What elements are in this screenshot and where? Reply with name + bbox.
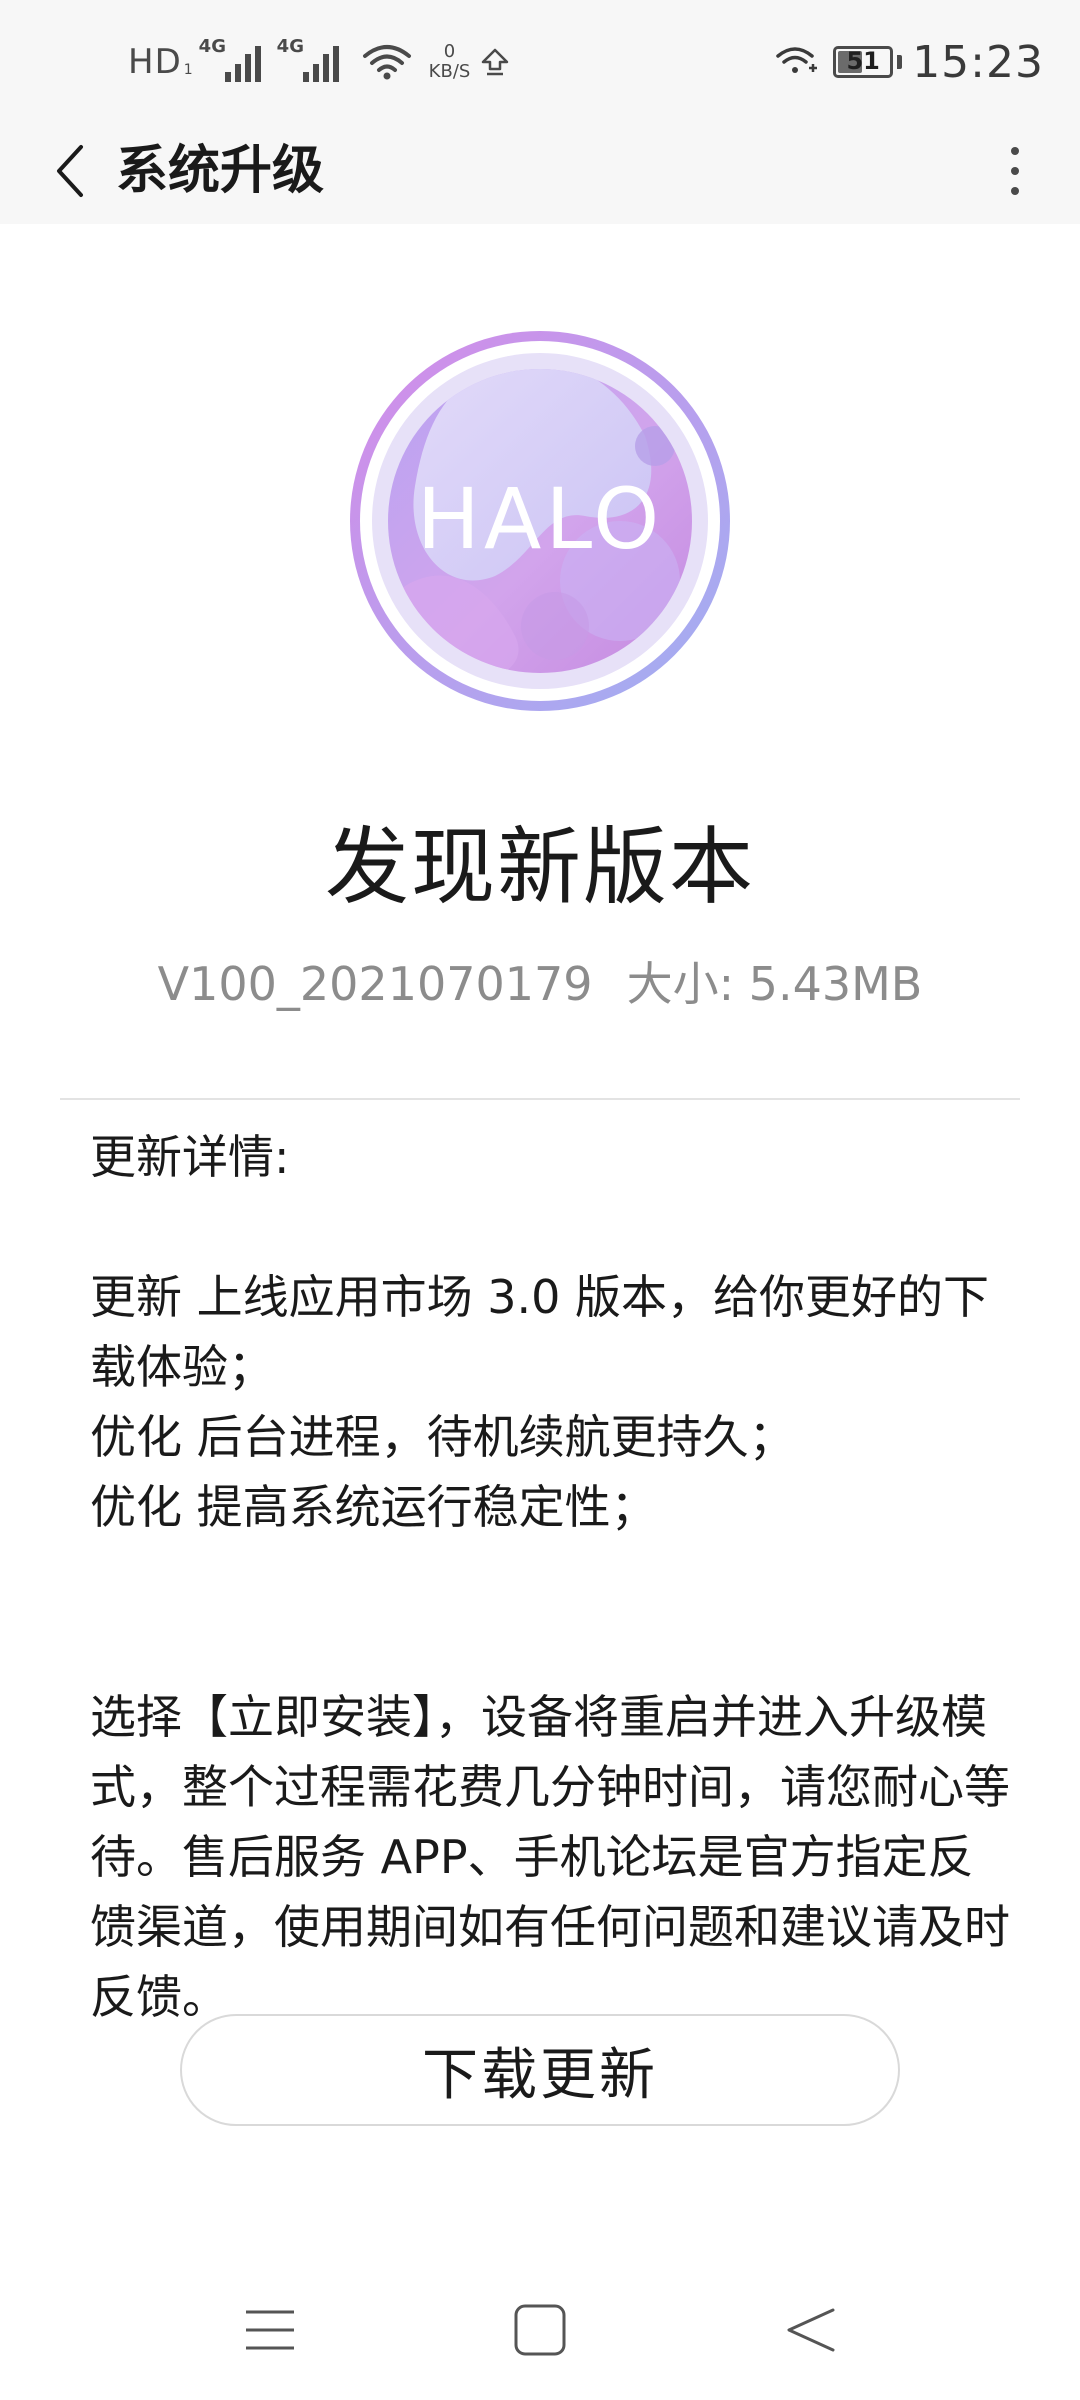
network-speed-value: 0 — [443, 41, 456, 62]
more-vertical-icon — [1011, 147, 1019, 195]
system-back-button[interactable] — [770, 2290, 850, 2370]
system-update-screen: HD 1 4G 4G 0 KB/S 51 15:23 系统升级 HALO 发现新… — [0, 0, 1080, 2400]
app-bar: 系统升级 — [0, 118, 1080, 224]
update-details: 更新详情: 更新 上线应用市场 3.0 版本，给你更好的下载体验； 优化 后台进… — [90, 1122, 1010, 2032]
install-tip: 选择【立即安装】，设备将重启并进入升级模式，整个过程需花费几分钟时间，请您耐心等… — [90, 1690, 1010, 2024]
square-home-icon — [514, 2304, 566, 2356]
release-note-item: 优化 提高系统运行稳定性； — [90, 1480, 657, 1534]
upload-arrow-icon — [482, 48, 509, 76]
chevron-left-icon — [57, 145, 83, 197]
menu-icon — [246, 2310, 294, 2350]
release-notes: 更新 上线应用市场 3.0 版本，给你更好的下载体验； 优化 后台进程，待机续航… — [90, 1262, 1010, 1542]
version-number: V100_2021070179 — [157, 957, 593, 1011]
hd-indicator: HD — [128, 42, 182, 82]
divider — [60, 1098, 1020, 1100]
download-update-button[interactable]: 下载更新 — [180, 2014, 900, 2126]
home-button[interactable] — [500, 2290, 580, 2370]
back-button[interactable] — [36, 136, 106, 206]
network-speed-unit: KB/S — [428, 61, 471, 82]
recents-button[interactable] — [230, 2290, 310, 2370]
signal-sim1: 4G — [199, 36, 269, 88]
wifi-hotspot-icon — [776, 47, 818, 73]
version-info: V100_2021070179 大小: 5.43MB — [0, 948, 1080, 1014]
battery-cap — [897, 55, 903, 69]
release-note-item: 优化 后台进程，待机续航更持久； — [90, 1410, 795, 1464]
clock: 15:23 — [912, 36, 1044, 88]
package-size: 大小: 5.43MB — [626, 957, 923, 1011]
triangle-back-icon — [787, 2308, 835, 2352]
halo-logo-graphic: HALO — [350, 331, 730, 711]
new-version-heading: 发现新版本 — [324, 818, 755, 916]
wifi-icon — [362, 45, 411, 80]
status-bar: HD 1 4G 4G 0 KB/S 51 15:23 — [0, 0, 1080, 118]
logo-text: HALO — [417, 470, 664, 568]
status-bar-right: 51 15:23 — [775, 34, 1044, 90]
network-speed: 0 KB/S — [429, 42, 471, 82]
release-note-item: 更新 上线应用市场 3.0 版本，给你更好的下载体验； — [90, 1270, 990, 1394]
navigation-bar — [0, 2260, 1080, 2400]
signal-bars-icon — [302, 46, 339, 82]
signal-sim2: 4G — [277, 36, 347, 88]
details-heading: 更新详情: — [90, 1130, 290, 1184]
battery-level: 51 — [846, 47, 880, 75]
battery-icon: 51 — [833, 46, 894, 78]
halo-logo: HALO — [345, 326, 735, 716]
status-bar-left: HD 1 4G 4G 0 KB/S — [128, 34, 512, 90]
more-options-button[interactable] — [980, 136, 1050, 206]
signal-bars-icon — [224, 46, 261, 82]
page-title: 系统升级 — [116, 141, 325, 201]
hd-indicator-sub: 1 — [183, 62, 193, 78]
